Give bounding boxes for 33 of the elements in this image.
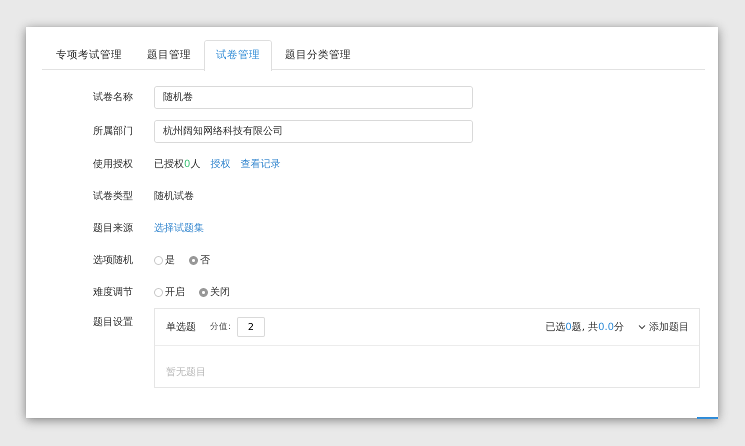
field-label: 所属部门	[92, 124, 134, 138]
empty-message: 暂无题目	[166, 367, 206, 378]
field-label: 选项随机	[92, 254, 134, 267]
score-field[interactable]: 2	[236, 317, 265, 337]
authorized-count-text: 已授权0人	[154, 158, 200, 171]
section-title: 单选题	[166, 320, 196, 334]
tab[interactable]: 专项考试管理	[44, 40, 134, 69]
field-label: 使用授权	[92, 158, 134, 171]
field-label: 试卷名称	[92, 90, 134, 104]
radio-label: 开启	[165, 286, 185, 299]
paper-type-text: 随机试卷	[154, 190, 194, 203]
radio-label: 否	[200, 254, 210, 267]
radio-button[interactable]	[154, 256, 163, 264]
field-label: 题目设置	[92, 316, 134, 329]
radio-button[interactable]	[189, 256, 198, 264]
radio-label: 关闭	[210, 286, 230, 299]
radio-button[interactable]	[199, 288, 208, 296]
field-label: 试卷类型	[92, 190, 134, 203]
tab[interactable]: 题目管理	[135, 40, 203, 69]
input-field[interactable]: 杭州阔知网络科技有限公司	[154, 120, 473, 142]
tab[interactable]: 题目分类管理	[273, 40, 363, 69]
select-question-set-link[interactable]: 选择试题集	[154, 221, 204, 235]
radio-button[interactable]	[154, 288, 163, 296]
field-label: 题目来源	[92, 222, 134, 235]
input-field[interactable]: 随机卷	[154, 86, 473, 108]
chevron-down-icon	[638, 324, 646, 330]
link[interactable]: 授权	[210, 157, 230, 171]
score-label: 分值:	[210, 321, 231, 333]
summary-text: 已选0题, 共0.0分	[545, 320, 624, 334]
add-question-button[interactable]: 添加题目	[638, 320, 689, 334]
radio-label: 是	[165, 254, 175, 267]
link[interactable]: 查看记录	[240, 157, 280, 171]
field-label: 难度调节	[92, 286, 134, 299]
